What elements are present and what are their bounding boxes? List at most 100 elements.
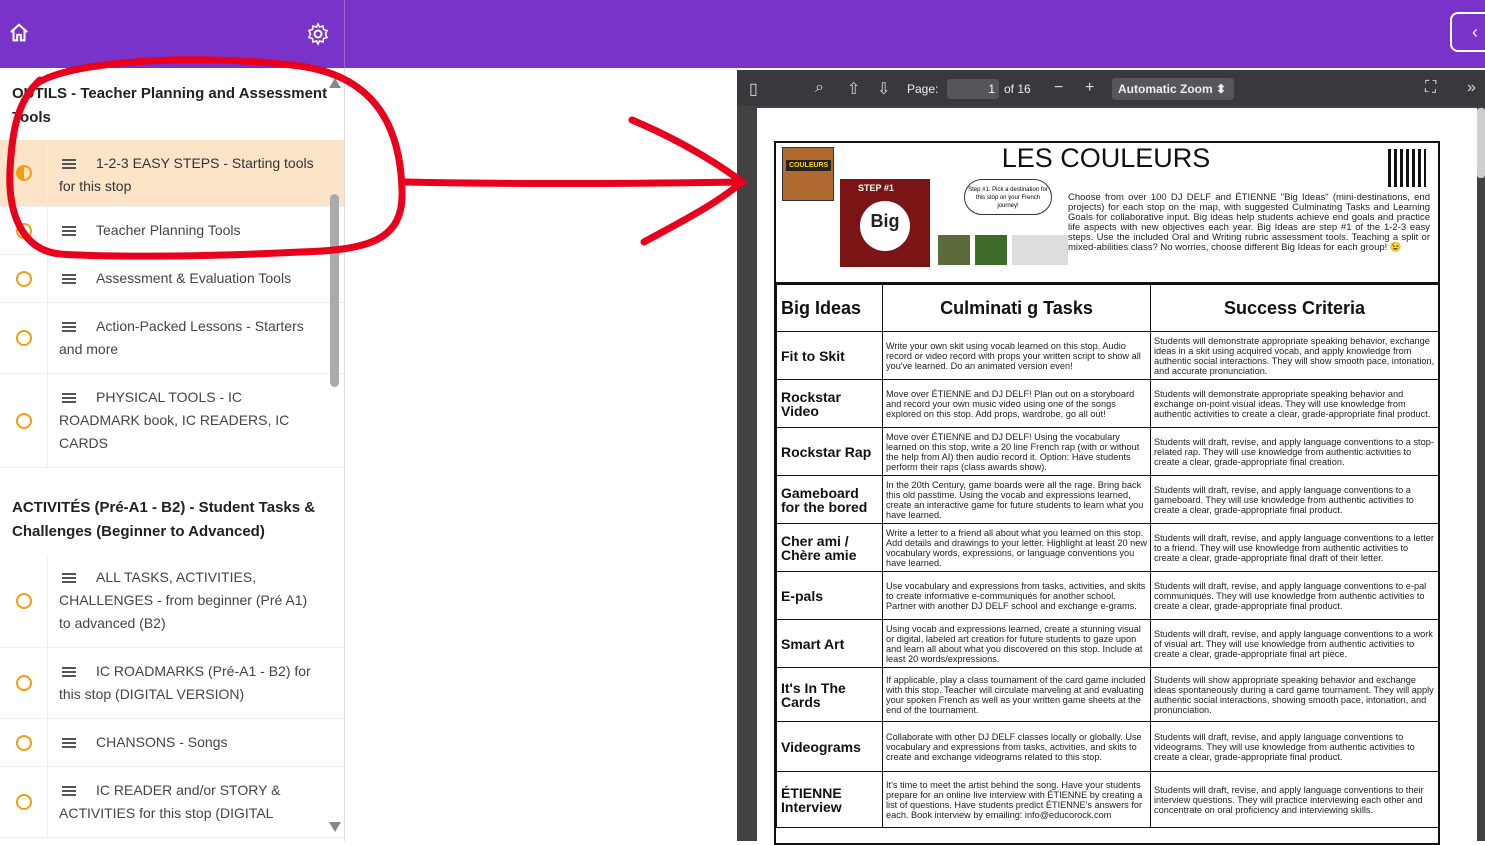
document-lines-icon xyxy=(62,157,76,171)
plus-icon[interactable]: + xyxy=(1085,79,1094,97)
lesson-label: 1-2-3 EASY STEPS - Starting tools for th… xyxy=(59,155,314,194)
sidebar-header xyxy=(0,0,345,68)
document-lines-icon xyxy=(62,391,76,405)
task-cell: Use vocabulary and expressions from task… xyxy=(882,571,1151,620)
task-cell: Write a letter to a friend all about wha… xyxy=(882,523,1151,572)
idea-cell: Rockstar Video xyxy=(776,379,883,428)
progress-empty-icon xyxy=(15,794,32,810)
pdf-page: COULEURS STEP #1 Big Step #1. Pick a des… xyxy=(757,108,1477,845)
criteria-cell: Students will show appropriate speaking … xyxy=(1150,667,1439,722)
task-cell: Using vocab and expressions learned, cre… xyxy=(882,619,1151,668)
thumbnail-images xyxy=(938,235,1068,265)
table-row: Gameboard for the bored In the 20th Cent… xyxy=(776,475,1439,524)
scroll-up-arrow[interactable] xyxy=(329,78,341,88)
document-lines-icon xyxy=(62,224,76,238)
idea-cell: Fit to Skit xyxy=(776,331,883,380)
lesson-label: CHANSONS - Songs xyxy=(96,734,228,750)
scroll-down-arrow[interactable] xyxy=(329,822,341,832)
table-row: E-pals Use vocabulary and expressions fr… xyxy=(776,571,1439,620)
lesson-label: Action-Packed Lessons - Starters and mor… xyxy=(59,318,304,357)
sidebar-toggle-icon[interactable]: ▯ xyxy=(749,79,758,99)
lesson-label: IC ROADMARKS (Pré-A1 - B2) for this stop… xyxy=(59,663,311,702)
zoom-select[interactable]: Automatic Zoom ⬍ xyxy=(1112,78,1234,100)
search-icon[interactable]: ⌕ xyxy=(815,79,824,97)
progress-empty-icon xyxy=(15,412,32,429)
fullscreen-icon[interactable]: ⛶ xyxy=(1425,79,1436,97)
arrow-up-icon[interactable]: ⇧ xyxy=(847,79,860,99)
chevron-updown-icon: ⬍ xyxy=(1215,82,1226,96)
criteria-cell: Students will draft, revise, and apply l… xyxy=(1150,721,1439,772)
gear-icon[interactable] xyxy=(306,22,330,46)
task-cell: Write your own skit using vocab learned … xyxy=(882,331,1151,380)
progress-empty-icon xyxy=(15,270,32,287)
step-label: STEP #1 xyxy=(858,183,894,193)
document-lines-icon xyxy=(62,272,76,286)
criteria-cell: Students will draft, revise, and apply l… xyxy=(1150,427,1439,476)
lesson-label: Assessment & Evaluation Tools xyxy=(96,270,292,286)
lesson-item-physical-tools[interactable]: PHYSICAL TOOLS - IC ROADMARK book, IC RE… xyxy=(0,374,344,468)
pdf-scrollbar-thumb[interactable] xyxy=(1477,108,1485,178)
lesson-item-chansons[interactable]: CHANSONS - Songs xyxy=(0,719,344,767)
lesson-item-roadmarks[interactable]: IC ROADMARKS (Pré-A1 - B2) for this stop… xyxy=(0,648,344,719)
column-header: Success Criteria xyxy=(1150,284,1439,332)
table-row: Smart Art Using vocab and expressions le… xyxy=(776,619,1439,668)
chevrons-right-icon[interactable]: » xyxy=(1467,79,1476,97)
lesson-item-all-tasks[interactable]: ALL TASKS, ACTIVITIES, CHALLENGES - from… xyxy=(0,554,344,648)
page-number-input[interactable]: 1 xyxy=(947,79,999,99)
task-cell: In the 20th Century, game boards were al… xyxy=(882,475,1151,524)
home-icon[interactable] xyxy=(8,22,30,44)
section-title: ACTIVITÉS (Pré-A1 - B2) - Student Tasks … xyxy=(12,499,316,540)
annotation-arrow-head xyxy=(628,116,748,246)
big-ideas-badge: Big xyxy=(860,201,910,251)
couleurs-logo: COULEURS xyxy=(782,147,834,201)
criteria-cell: Students will draft, revise, and apply l… xyxy=(1150,571,1439,620)
idea-cell: Cher ami / Chère amie xyxy=(776,523,883,572)
document-lines-icon xyxy=(62,665,76,679)
lesson-label: Teacher Planning Tools xyxy=(96,222,241,238)
arrow-down-icon[interactable]: ⇩ xyxy=(877,79,890,99)
idea-cell: E-pals xyxy=(776,571,883,620)
lesson-item-easy-steps[interactable]: 1-2-3 EASY STEPS - Starting tools for th… xyxy=(0,140,344,207)
criteria-cell: Students will draft, revise, and apply l… xyxy=(1150,523,1439,572)
table-row: Rockstar Video Move over ÉTIENNE and DJ … xyxy=(776,379,1439,428)
table-row: ÉTIENNE Interview It's time to meet the … xyxy=(776,771,1439,828)
column-header: Culminati g Tasks xyxy=(882,284,1151,332)
page-total: of 16 xyxy=(1004,82,1031,96)
criteria-cell: Students will draft, revise, and apply l… xyxy=(1150,475,1439,524)
sidebar-scrollbar-thumb[interactable] xyxy=(330,194,339,387)
task-cell: Move over ÉTIENNE and DJ DELF! Plan out … xyxy=(882,379,1151,428)
task-cell: Collaborate with other DJ DELF classes l… xyxy=(882,721,1151,772)
lesson-label: ALL TASKS, ACTIVITIES, CHALLENGES - from… xyxy=(59,569,308,631)
minus-icon[interactable]: − xyxy=(1054,79,1063,97)
pdf-viewer: ▯ ⌕ ⇧ ⇩ Page: 1 of 16 − + Automatic Zoom… xyxy=(737,70,1485,845)
lesson-item-lessons[interactable]: Action-Packed Lessons - Starters and mor… xyxy=(0,303,344,374)
task-cell: Move over ÉTIENNE and DJ DELF! Using the… xyxy=(882,427,1151,476)
chevron-left-icon: ‹ xyxy=(1472,22,1478,42)
step-one-image: STEP #1 Big xyxy=(840,179,930,267)
idea-cell: It's In The Cards xyxy=(776,667,883,722)
lesson-item-planning[interactable]: Teacher Planning Tools xyxy=(0,207,344,255)
zoom-value: Automatic Zoom xyxy=(1118,82,1213,96)
criteria-cell: Students will draft, revise, and apply l… xyxy=(1150,771,1439,828)
pdf-toolbar: ▯ ⌕ ⇧ ⇩ Page: 1 of 16 − + Automatic Zoom… xyxy=(737,70,1485,106)
speech-bubble: Step #1. Pick a destination for this sto… xyxy=(964,179,1052,215)
lesson-item-assessment[interactable]: Assessment & Evaluation Tools xyxy=(0,255,344,303)
document-lines-icon xyxy=(62,736,76,750)
collapse-panel-button[interactable]: ‹ xyxy=(1450,12,1485,52)
lesson-item-ic-reader[interactable]: IC READER and/or STORY & ACTIVITIES for … xyxy=(0,767,344,838)
table-header-row: Big Ideas Culminati g Tasks Success Crit… xyxy=(776,284,1439,332)
table-row: It's In The Cards If applicable, play a … xyxy=(776,667,1439,722)
task-cell: If applicable, play a class tournament o… xyxy=(882,667,1151,722)
worksheet: COULEURS STEP #1 Big Step #1. Pick a des… xyxy=(774,141,1440,845)
criteria-cell: Students will demonstrate appropriate sp… xyxy=(1150,331,1439,380)
lesson-label: PHYSICAL TOOLS - IC ROADMARK book, IC RE… xyxy=(59,389,290,451)
progress-empty-icon xyxy=(15,734,32,751)
document-title: LES COULEURS xyxy=(1001,143,1211,173)
progress-empty-icon xyxy=(15,592,32,609)
criteria-cell: Students will demonstrate appropriate sp… xyxy=(1150,379,1439,428)
criteria-cell: Students will draft, revise, and apply l… xyxy=(1150,619,1439,668)
task-cell: It's time to meet the artist behind the … xyxy=(882,771,1151,828)
table-row: Cher ami / Chère amie Write a letter to … xyxy=(776,523,1439,572)
table-row: Videograms Collaborate with other DJ DEL… xyxy=(776,721,1439,772)
annotation-arrow-shaft xyxy=(400,178,746,187)
